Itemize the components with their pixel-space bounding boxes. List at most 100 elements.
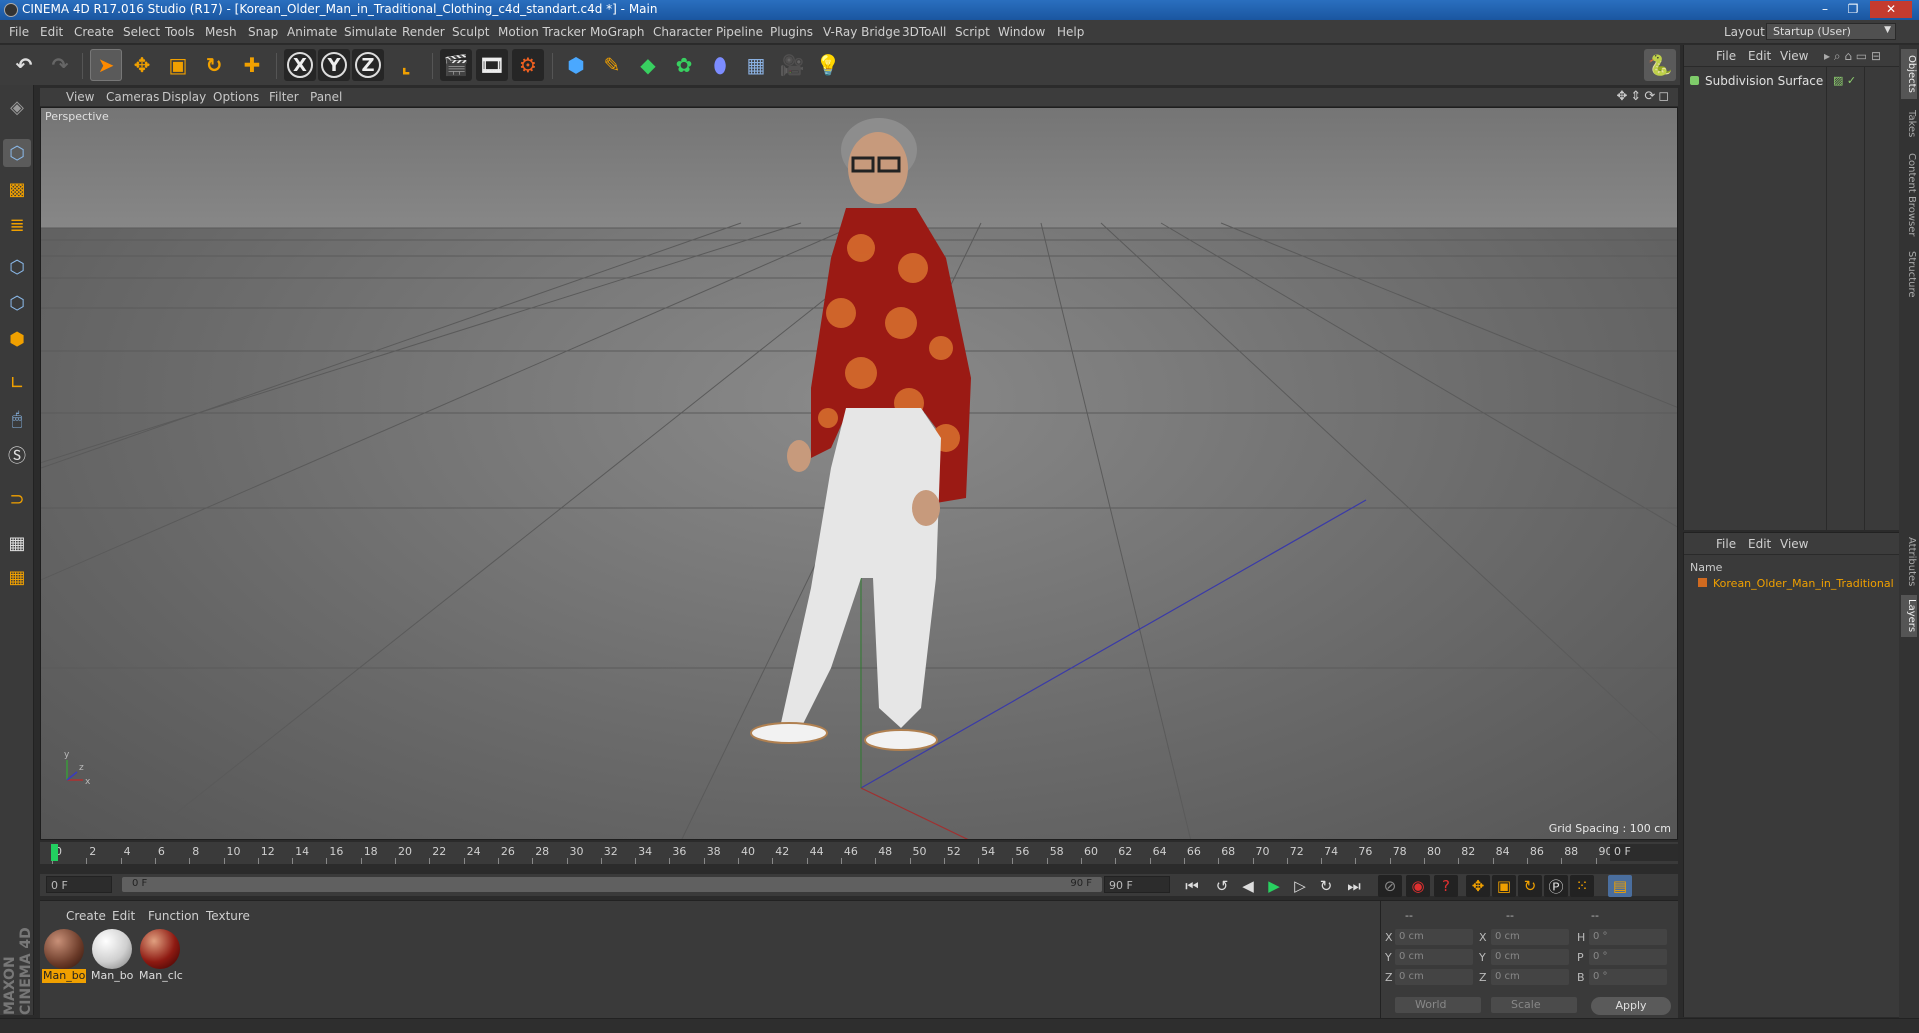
render-settings-icon[interactable]: ⚙ <box>512 49 544 81</box>
spline-pen-icon[interactable]: ✎ <box>596 49 628 81</box>
coordinate-system-icon[interactable]: ⌞ <box>390 49 422 81</box>
menu-character[interactable]: Character <box>653 25 712 39</box>
tab-structure[interactable]: Structure <box>1901 245 1917 303</box>
rotation-p-field[interactable]: 0 ° <box>1589 949 1667 965</box>
workplane-mode-icon[interactable]: ≣ <box>3 211 31 239</box>
rotation-h-field[interactable]: 0 ° <box>1589 929 1667 945</box>
keyframe-selection-icon[interactable]: ? <box>1434 875 1458 897</box>
deformer-bend-icon[interactable]: ⬮ <box>704 49 736 81</box>
next-key-icon[interactable]: ↻ <box>1314 875 1338 897</box>
apply-button[interactable]: Apply <box>1591 997 1671 1015</box>
size-z-field[interactable]: 0 cm <box>1491 969 1569 985</box>
menu-motion-tracker[interactable]: Motion Tracker <box>498 25 586 39</box>
viewport-menu-display[interactable]: Display <box>162 90 206 104</box>
menu-edit[interactable]: Edit <box>40 25 63 39</box>
timeline-ruler[interactable]: 0 2 4 6 8 10 12 14 16 18 20 22 24 26 28 30 32 34 36 38 40 42 4… <box>40 842 1678 864</box>
playhead-marker[interactable] <box>51 844 58 861</box>
magnet-icon[interactable]: ⊃ <box>3 485 31 513</box>
material-menu-function[interactable]: Function <box>148 909 199 923</box>
rotation-key-icon[interactable]: ↻ <box>1518 875 1542 897</box>
menu-render[interactable]: Render <box>402 25 445 39</box>
scale-key-icon[interactable]: ▣ <box>1492 875 1516 897</box>
go-to-start-icon[interactable]: ⏮ <box>1180 875 1204 897</box>
position-key-icon[interactable]: ✥ <box>1466 875 1490 897</box>
scale-icon[interactable]: ▣ <box>162 49 194 81</box>
coordinate-space-dropdown[interactable]: World <box>1395 997 1481 1013</box>
frame-range-slider[interactable]: 0 F 90 F <box>122 877 1102 892</box>
viewport-menu-panel[interactable]: Panel <box>310 90 342 104</box>
workplane-lock-icon[interactable]: ▦ <box>3 529 31 557</box>
points-mode-icon[interactable]: ⬡ <box>3 253 31 281</box>
objects-menu-edit[interactable]: Edit <box>1748 49 1771 63</box>
objects-toolbar-icons[interactable]: ▸ ⌕ ⌂ ▭ ⊟ <box>1824 49 1881 64</box>
rotation-b-field[interactable]: 0 ° <box>1589 969 1667 985</box>
material-menu-create[interactable]: Create <box>66 909 106 923</box>
layer-row[interactable]: Korean_Older_Man_in_Traditional <box>1698 577 1894 590</box>
floor-icon[interactable]: ▦ <box>740 49 772 81</box>
z-axis-lock-button[interactable]: Z <box>352 49 384 81</box>
material-swatch[interactable]: Man_clc <box>138 929 183 987</box>
python-script-icon[interactable]: 🐍 <box>1644 49 1676 81</box>
material-swatch[interactable]: Man_bo <box>90 929 134 987</box>
close-button[interactable]: ✕ <box>1870 1 1912 18</box>
tab-content-browser[interactable]: Content Browser <box>1901 147 1917 242</box>
menu-pipeline[interactable]: Pipeline <box>716 25 763 39</box>
layers-menu-edit[interactable]: Edit <box>1748 537 1771 551</box>
cube-primitive-icon[interactable]: ⬢ <box>560 49 592 81</box>
tweak-mode-icon[interactable]: 🖱 <box>3 405 31 433</box>
camera-icon[interactable]: 🎥 <box>776 49 808 81</box>
make-editable-icon[interactable]: ◈ <box>3 93 31 121</box>
menu-window[interactable]: Window <box>998 25 1045 39</box>
object-row-subdivision-surface[interactable]: Subdivision Surface <box>1690 74 1823 88</box>
start-frame-field[interactable]: 0 F <box>46 876 112 893</box>
minimize-button[interactable]: – <box>1812 1 1838 18</box>
render-to-picture-viewer-icon[interactable]: 🎞 <box>476 49 508 81</box>
previous-frame-icon[interactable]: ◀ <box>1236 875 1260 897</box>
autokeying-icon[interactable]: ◉ <box>1406 875 1430 897</box>
tab-objects[interactable]: Objects <box>1901 49 1917 99</box>
texture-mode-icon[interactable]: ▩ <box>3 175 31 203</box>
size-y-field[interactable]: 0 cm <box>1491 949 1569 965</box>
menu-animate[interactable]: Animate <box>287 25 337 39</box>
size-x-field[interactable]: 0 cm <box>1491 929 1569 945</box>
menu-sculpt[interactable]: Sculpt <box>452 25 489 39</box>
objects-menu-view[interactable]: View <box>1780 49 1808 63</box>
render-view-icon[interactable]: 🎬 <box>440 49 472 81</box>
viewport-menu-filter[interactable]: Filter <box>269 90 299 104</box>
current-frame-field[interactable]: 0 F <box>1610 844 1678 861</box>
menu-create[interactable]: Create <box>74 25 114 39</box>
viewport-navigation-icons[interactable]: ✥⇕⟳◻ <box>1617 89 1672 104</box>
y-axis-lock-button[interactable]: Y <box>318 49 350 81</box>
layers-menu-file[interactable]: File <box>1716 537 1736 551</box>
menu-tools[interactable]: Tools <box>165 25 195 39</box>
material-menu-edit[interactable]: Edit <box>112 909 135 923</box>
position-z-field[interactable]: 0 cm <box>1395 969 1473 985</box>
menu-script[interactable]: Script <box>955 25 990 39</box>
workplane-snap-icon[interactable]: ▦ <box>3 563 31 591</box>
material-menu-texture[interactable]: Texture <box>206 909 250 923</box>
undo-icon[interactable]: ↶ <box>8 49 40 81</box>
menu-help[interactable]: Help <box>1057 25 1084 39</box>
snap-icon[interactable]: Ⓢ <box>3 441 31 469</box>
axis-mode-icon[interactable]: ∟ <box>3 369 31 397</box>
size-mode-dropdown[interactable]: Scale <box>1491 997 1577 1013</box>
menu-plugins[interactable]: Plugins <box>770 25 813 39</box>
polygons-mode-icon[interactable]: ⬢ <box>3 325 31 353</box>
layout-dropdown[interactable]: Startup (User) ▼ <box>1766 23 1896 40</box>
redo-icon[interactable]: ↷ <box>44 49 76 81</box>
objects-menu-file[interactable]: File <box>1716 49 1736 63</box>
tab-takes[interactable]: Takes <box>1901 105 1917 143</box>
parameter-key-icon[interactable]: Ⓟ <box>1544 875 1568 897</box>
model-mode-icon[interactable]: ⬡ <box>3 139 31 167</box>
menu-3dtoall[interactable]: 3DToAll <box>902 25 946 39</box>
timeline-window-icon[interactable]: ▤ <box>1608 875 1632 897</box>
visibility-check-icon[interactable]: ▨ ✓ <box>1833 74 1856 87</box>
perspective-viewport[interactable]: y x z Perspective Grid Spacing : 100 cm <box>40 107 1678 840</box>
menu-simulate[interactable]: Simulate <box>344 25 397 39</box>
x-axis-lock-button[interactable]: X <box>284 49 316 81</box>
menu-vray-bridge[interactable]: V-Ray Bridge <box>823 25 900 39</box>
end-frame-field[interactable]: 90 F <box>1104 876 1170 893</box>
tab-layers[interactable]: Layers <box>1901 595 1917 637</box>
tab-attributes[interactable]: Attributes <box>1901 533 1917 591</box>
rotate-icon[interactable]: ↻ <box>198 49 230 81</box>
